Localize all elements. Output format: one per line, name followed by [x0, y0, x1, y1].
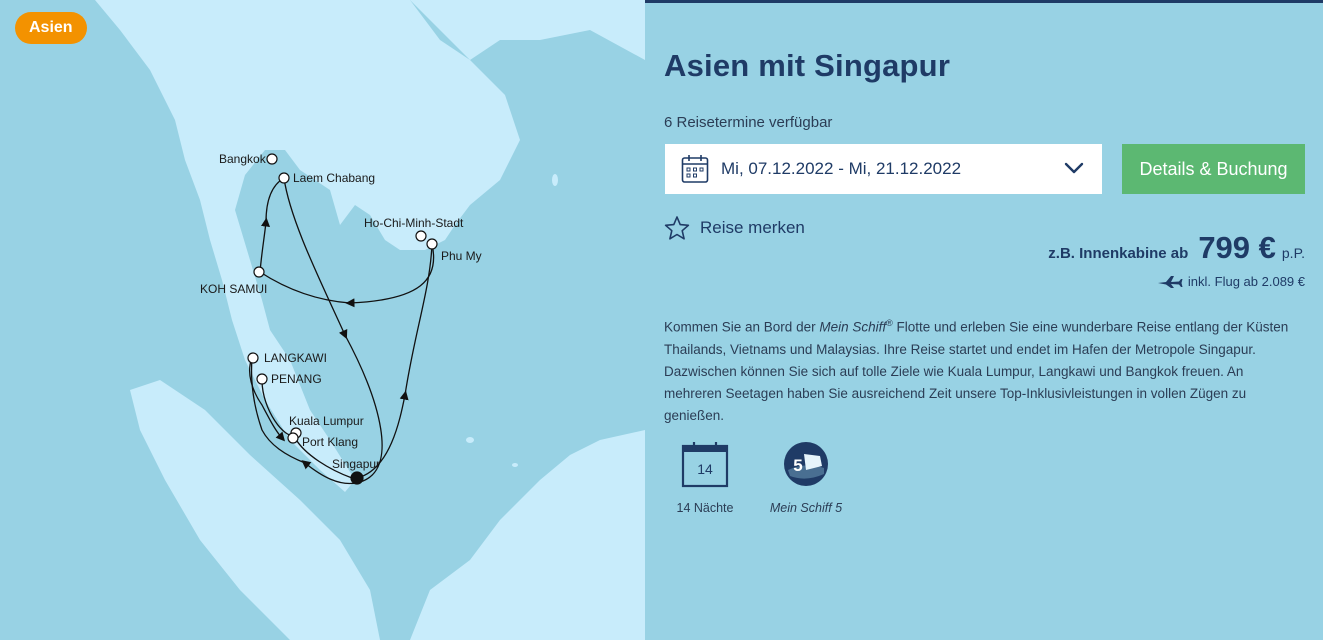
port-label-laem-chabang: Laem Chabang	[293, 171, 375, 185]
port-label-kuala-lumpur: Kuala Lumpur	[289, 414, 364, 428]
trip-title: Asien mit Singapur	[664, 48, 951, 83]
trip-description: Kommen Sie an Bord der Mein Schiff® Flot…	[664, 312, 1304, 427]
flight-info: inkl. Flug ab 2.089 €	[1157, 274, 1305, 289]
port-marker-ho-chi-minh[interactable]	[415, 230, 427, 242]
island	[552, 174, 558, 186]
price: z.B. Innenkabine ab 799 € p.P.	[1048, 230, 1305, 266]
port-label-ho-chi-minh: Ho-Chi-Minh-Stadt	[364, 216, 464, 230]
price-amount: 799 €	[1198, 230, 1276, 265]
price-unit: p.P.	[1281, 245, 1305, 261]
region-badge: Asien	[15, 12, 87, 44]
bookmark-trip-button[interactable]: Reise merken	[664, 215, 805, 241]
nights-label: 14 Nächte	[676, 501, 734, 515]
registered-mark: ®	[886, 318, 893, 328]
selected-date: Mi, 07.12.2022 - Mi, 21.12.2022	[721, 159, 962, 178]
bookmark-label: Reise merken	[700, 218, 805, 237]
port-marker-phu-my[interactable]	[426, 238, 438, 250]
port-label-koh-samui: KOH SAMUI	[200, 282, 267, 296]
details-booking-button[interactable]: Details & Buchung	[1122, 144, 1305, 194]
calendar-icon	[681, 155, 709, 183]
island	[466, 437, 474, 443]
description-brand: Mein Schiff	[819, 319, 887, 335]
chevron-down-icon	[1064, 162, 1084, 174]
dates-available: 6 Reisetermine verfügbar	[664, 114, 833, 131]
ship-icon: 5	[784, 442, 828, 486]
flight-note: inkl. Flug ab 2.089 €	[1187, 274, 1305, 289]
trip-panel: Asien mit Singapur 6 Reisetermine verfüg…	[664, 0, 1305, 640]
star-icon	[664, 216, 690, 240]
description-text: Kommen Sie an Bord der	[664, 319, 820, 335]
port-marker-port-klang[interactable]	[287, 432, 299, 444]
feature-nights: 14 14 Nächte	[672, 440, 738, 515]
port-label-langkawi: LANGKAWI	[264, 351, 327, 365]
price-prefix: z.B. Innenkabine ab	[1048, 245, 1189, 262]
date-select[interactable]: Mi, 07.12.2022 - Mi, 21.12.2022	[665, 144, 1102, 194]
port-marker-bangkok[interactable]	[266, 153, 278, 165]
port-label-bangkok: Bangkok	[219, 152, 267, 166]
port-label-port-klang: Port Klang	[302, 435, 358, 449]
airplane-icon	[1157, 275, 1183, 288]
port-marker-laem-chabang[interactable]	[278, 172, 290, 184]
port-marker-penang[interactable]	[256, 373, 268, 385]
calendar-nights-icon: 14	[681, 442, 729, 488]
feature-ship: 5 Mein Schiff 5	[764, 440, 848, 515]
route-map: Bangkok Laem Chabang Ho-Chi-Minh-Stadt P…	[0, 0, 645, 640]
port-label-penang: PENANG	[271, 372, 322, 386]
port-label-singapur: Singapur	[332, 457, 380, 471]
port-marker-koh-samui[interactable]	[253, 266, 265, 278]
port-label-phu-my: Phu My	[441, 249, 482, 263]
nights-number: 14	[697, 461, 713, 477]
ship-number: 5	[793, 456, 802, 475]
port-marker-langkawi[interactable]	[247, 352, 259, 364]
ship-label: Mein Schiff 5	[769, 501, 843, 515]
island	[512, 463, 518, 467]
port-marker-singapur[interactable]	[350, 471, 364, 485]
